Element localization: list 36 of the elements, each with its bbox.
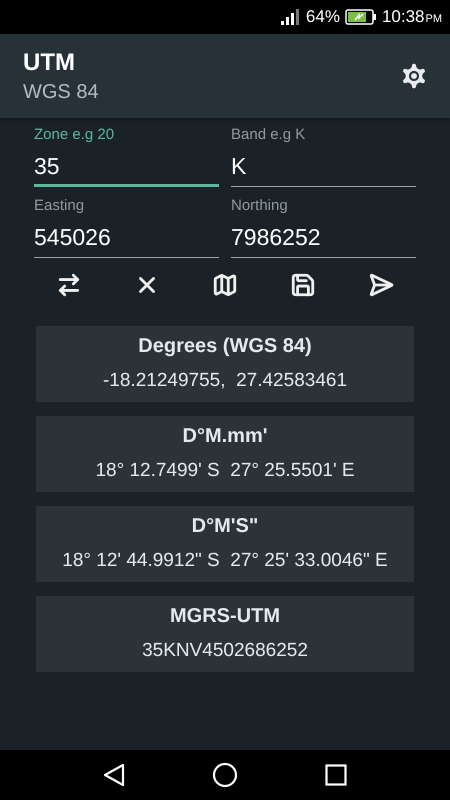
result-value: 18° 12.7499' S 27° 25.5501' E [95, 460, 355, 482]
clock-meridiem: PM [426, 13, 442, 25]
field-label: Easting [34, 197, 86, 214]
input-field[interactable]: 545026 [34, 224, 219, 258]
app-title: UTM [23, 48, 76, 76]
send-button[interactable] [368, 272, 394, 298]
input-field[interactable]: K [231, 153, 416, 186]
input-field[interactable]: 7986252 [231, 224, 416, 258]
field-label: Northing [231, 197, 289, 214]
result-title: D°M.mm' [182, 425, 268, 448]
app-subtitle: WGS 84 [23, 80, 99, 104]
map-button[interactable] [212, 272, 238, 298]
result-title: Degrees (WGS 84) [138, 335, 312, 358]
send-icon [368, 272, 394, 298]
swap-arrows-icon [56, 272, 82, 298]
home-button[interactable] [212, 762, 238, 788]
clock-time: 10:38 [382, 7, 424, 27]
swap-button[interactable] [56, 272, 82, 298]
input-field[interactable]: 35 [34, 153, 219, 187]
recents-icon [324, 764, 347, 786]
back-button[interactable] [103, 763, 126, 787]
field-label: Zone e.g 20 [34, 126, 116, 143]
battery-charging-icon [344, 9, 377, 25]
result-title: MGRS-UTM [170, 605, 280, 628]
battery-percent: 64% [306, 7, 340, 27]
save-button[interactable] [290, 272, 316, 298]
signal-icon [280, 9, 301, 25]
result-title: D°M'S" [192, 515, 258, 538]
map-icon [212, 272, 238, 298]
result-value: 18° 12' 44.9912" S 27° 25' 33.0046" E [62, 550, 388, 572]
recents-button[interactable] [324, 764, 347, 786]
result-value: -18.21249755, 27.42583461 [102, 370, 348, 392]
result-value: 35KNV4502686252 [142, 640, 308, 662]
back-icon [103, 763, 126, 787]
home-icon [212, 762, 238, 788]
field-label: Band e.g K [231, 126, 306, 143]
